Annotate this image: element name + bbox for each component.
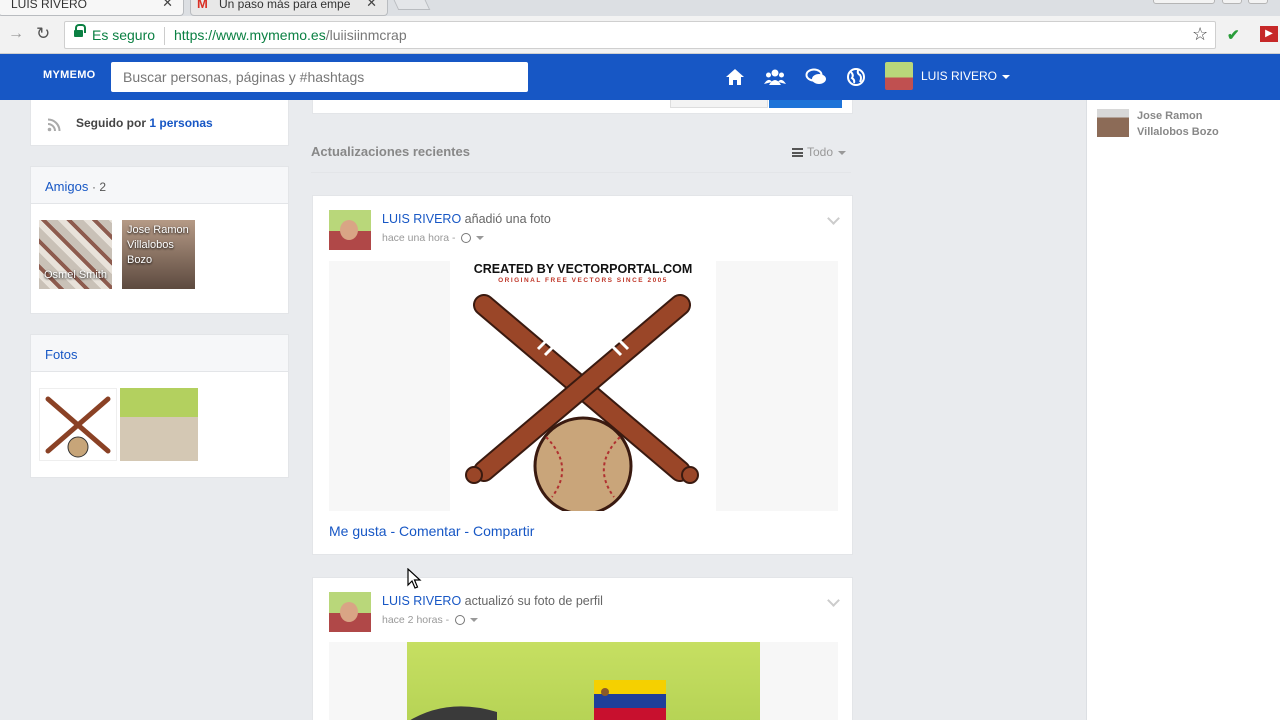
profile-photo-image	[410, 680, 666, 720]
post-title: LUIS RIVERO actualizó su foto de perfil	[382, 594, 603, 608]
composer-secondary-button[interactable]	[670, 100, 768, 108]
globe-icon[interactable]	[845, 66, 867, 88]
tab-title: Un paso más para empe	[219, 0, 351, 11]
contact-name[interactable]: Jose Ramon Villalobos Bozo	[1137, 108, 1257, 140]
image-header-text: CREATED BY VECTORPORTAL.COM	[474, 262, 693, 276]
chevron-down-icon[interactable]	[827, 594, 840, 607]
caret-down-icon[interactable]	[470, 618, 479, 623]
baseball-bats-image	[45, 396, 111, 458]
friends-title[interactable]: Amigos · 2	[45, 179, 106, 194]
tab-title: LUIS RIVERO	[11, 0, 88, 11]
post-actions: Me gusta - Comentar - Compartir	[329, 523, 535, 539]
globe-icon[interactable]	[455, 615, 466, 626]
filter-dropdown[interactable]: Todo	[792, 145, 847, 159]
post-timestamp: hace una hora -	[382, 232, 485, 244]
post-title: LUIS RIVERO añadió una foto	[382, 212, 551, 226]
share-link[interactable]: Compartir	[473, 523, 534, 539]
photo-thumb-profile[interactable]	[120, 388, 198, 461]
browser-tab-active[interactable]: LUIS RIVERO ✕	[0, 0, 184, 16]
post-timestamp: hace 2 horas -	[382, 614, 479, 626]
avatar[interactable]	[329, 210, 371, 250]
friends-card-header: Amigos · 2	[30, 166, 289, 204]
extension-icon-red[interactable]: ▶	[1260, 26, 1278, 42]
avatar[interactable]	[329, 592, 371, 632]
avatar[interactable]	[885, 62, 913, 90]
search-input[interactable]	[111, 62, 528, 92]
followed-by-text: Seguido por 1 personas	[76, 116, 213, 130]
like-link[interactable]: Me gusta	[329, 523, 387, 539]
caret-down-icon[interactable]	[476, 236, 485, 241]
rss-icon	[47, 118, 61, 132]
bookmark-star-icon[interactable]: ☆	[1192, 24, 1208, 45]
friend-thumb[interactable]: Osmel Smith	[39, 220, 112, 289]
composer-publish-button[interactable]	[769, 100, 842, 108]
divider	[311, 172, 851, 173]
maximize-button[interactable]	[1248, 0, 1268, 4]
user-profile-button[interactable]	[1153, 0, 1215, 4]
author-link[interactable]: LUIS RIVERO	[382, 212, 461, 226]
close-tab-icon[interactable]: ✕	[162, 0, 173, 11]
lock-icon	[74, 24, 86, 40]
browser-tab-gmail[interactable]: M Un paso más para empe ✕	[190, 0, 388, 16]
extension-icon[interactable]: ✔	[1227, 26, 1245, 44]
followers-link[interactable]: 1 personas	[149, 116, 212, 130]
globe-icon[interactable]	[461, 233, 472, 244]
chat-icon[interactable]	[805, 66, 827, 88]
browser-toolbar: → ↻ Es seguro https://www.mymemo.es/luii…	[0, 16, 1280, 54]
photo-thumb-bats[interactable]	[39, 388, 117, 461]
groups-icon[interactable]	[764, 66, 786, 88]
address-bar[interactable]: Es seguro https://www.mymemo.es/luiisiin…	[64, 21, 1216, 49]
mouse-cursor-icon	[407, 568, 422, 589]
photos-card-header: Fotos	[30, 334, 289, 372]
feed-post: LUIS RIVERO añadió una foto hace una hor…	[312, 195, 853, 555]
minimize-button[interactable]	[1222, 0, 1242, 4]
image-subheader-text: ORIGINAL FREE VECTORS SINCE 2005	[498, 277, 668, 284]
browser-tabstrip: LUIS RIVERO ✕ M Un paso más para empe ✕	[0, 0, 1280, 16]
recent-updates-title: Actualizaciones recientes	[311, 144, 470, 159]
gmail-icon: M	[197, 0, 208, 11]
baseball-bats-image: CREATED BY VECTORPORTAL.COM ORIGINAL FRE…	[465, 262, 699, 516]
friend-thumb[interactable]: Jose Ramon Villalobos Bozo	[122, 220, 195, 289]
post-image[interactable]: CREATED BY VECTORPORTAL.COM ORIGINAL FRE…	[329, 261, 838, 516]
photos-title[interactable]: Fotos	[45, 347, 78, 362]
close-tab-icon[interactable]: ✕	[366, 0, 377, 11]
user-menu[interactable]: LUIS RIVERO	[921, 69, 1011, 83]
comment-link[interactable]: Comentar	[399, 523, 460, 539]
secure-label: Es seguro	[92, 27, 156, 43]
post-image[interactable]	[329, 642, 838, 720]
new-tab-button[interactable]	[391, 0, 431, 10]
reload-icon[interactable]: ↻	[36, 24, 50, 44]
feed-post: LUIS RIVERO actualizó su foto de perfil …	[312, 577, 853, 720]
author-link[interactable]: LUIS RIVERO	[382, 594, 461, 608]
url-text: https://www.mymemo.es/luiisiinmcrap	[174, 27, 407, 43]
divider	[164, 27, 165, 45]
home-icon[interactable]	[724, 66, 746, 88]
avatar[interactable]	[1097, 109, 1129, 137]
forward-arrow-icon[interactable]: →	[8, 25, 24, 43]
site-header: MYMEMO LUIS RIVERO	[0, 54, 1280, 100]
right-sidebar: Jose Ramon Villalobos Bozo	[1086, 100, 1280, 720]
site-logo[interactable]: MYMEMO	[43, 69, 96, 81]
caret-down-icon	[838, 150, 847, 155]
menu-icon	[792, 148, 803, 158]
chevron-down-icon[interactable]	[827, 212, 840, 225]
caret-down-icon	[1002, 74, 1011, 79]
